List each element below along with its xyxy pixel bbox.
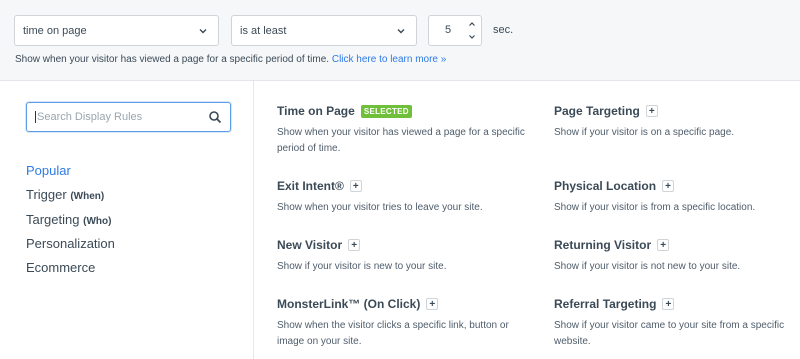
nav-item-label: Targeting <box>26 211 80 227</box>
selected-badge: SELECTED <box>360 104 412 118</box>
chevron-down-icon <box>196 24 210 38</box>
operator-select[interactable]: is at least <box>231 15 417 46</box>
hint-text: Show when your visitor has viewed a page… <box>15 54 330 65</box>
seconds-value[interactable]: 5 <box>429 16 467 45</box>
rule-title: MonsterLink™ (On Click) + <box>277 296 537 312</box>
rules-sidebar: Search Display Rules Popular Trigger (Wh… <box>0 81 254 359</box>
rule-description: Show if your visitor came to your site f… <box>554 320 785 347</box>
nav-item-ecommerce[interactable]: Ecommerce <box>26 256 115 280</box>
add-rule-plus-icon[interactable]: + <box>426 298 439 310</box>
nav-item-label: Ecommerce <box>26 260 96 276</box>
nav-item-sublabel: (When) <box>70 191 105 203</box>
rule-description: Show when your visitor has viewed a page… <box>277 127 525 154</box>
rules-category-nav: Popular Trigger (When) Targeting (Who) P… <box>26 159 115 280</box>
rule-physical-location[interactable]: Physical Location + Show if your visitor… <box>554 178 800 216</box>
rule-title: Time on Page SELECTED <box>277 103 537 119</box>
trigger-select-value: time on page <box>23 24 87 37</box>
rule-description: Show if your visitor is new to your site… <box>277 261 447 272</box>
rule-title-text: Page Targeting <box>554 104 640 118</box>
rule-exit-intent[interactable]: Exit Intent® + Show when your visitor tr… <box>277 178 537 216</box>
rule-title: Returning Visitor + <box>554 237 800 253</box>
rule-title-text: Time on Page <box>277 104 355 118</box>
nav-item-personalization[interactable]: Personalization <box>26 232 115 256</box>
rule-title-text: MonsterLink™ (On Click) <box>277 297 421 311</box>
rule-title: Physical Location + <box>554 178 800 194</box>
rule-new-visitor[interactable]: New Visitor + Show if your visitor is ne… <box>277 237 537 275</box>
rule-title: New Visitor + <box>277 237 537 253</box>
nav-item-popular[interactable]: Popular <box>26 159 115 183</box>
trigger-select[interactable]: time on page <box>14 15 219 46</box>
add-rule-plus-icon[interactable]: + <box>348 239 361 251</box>
chevron-up-icon[interactable] <box>466 18 478 30</box>
rule-title-text: Referral Targeting <box>554 297 657 311</box>
display-rules-panel: Search Display Rules Popular Trigger (Wh… <box>0 80 800 359</box>
search-icon <box>208 110 222 124</box>
rule-time-on-page[interactable]: Time on Page SELECTED Show when your vis… <box>277 103 537 157</box>
rule-description: Show if your visitor is from a specific … <box>554 202 756 213</box>
seconds-stepper[interactable]: 5 <box>428 15 482 46</box>
rule-condition-bar: time on page is at least 5 sec. Show whe… <box>0 0 800 80</box>
rule-title-text: New Visitor <box>277 238 343 252</box>
add-rule-plus-icon[interactable]: + <box>657 239 670 251</box>
rule-returning-visitor[interactable]: Returning Visitor + Show if your visitor… <box>554 237 800 275</box>
rule-description: Show if your visitor is on a specific pa… <box>554 127 735 138</box>
rule-description: Show when your visitor tries to leave yo… <box>277 202 483 213</box>
rule-title-text: Exit Intent® <box>277 179 344 193</box>
operator-select-value: is at least <box>240 24 287 37</box>
condition-hint: Show when your visitor has viewed a page… <box>15 54 446 65</box>
chevron-down-icon <box>394 24 408 38</box>
rule-title-text: Returning Visitor <box>554 238 652 252</box>
rule-title: Page Targeting + <box>554 103 800 119</box>
add-rule-plus-icon[interactable]: + <box>645 105 658 117</box>
rule-description: Show when the visitor clicks a specific … <box>277 320 509 347</box>
unit-label: sec. <box>493 24 514 36</box>
rule-title-text: Physical Location <box>554 179 657 193</box>
nav-item-targeting[interactable]: Targeting (Who) <box>26 208 115 232</box>
chevron-down-icon[interactable] <box>466 31 478 43</box>
search-input[interactable]: Search Display Rules <box>26 102 231 132</box>
rule-description: Show if your visitor is not new to your … <box>554 261 741 272</box>
rule-title: Referral Targeting + <box>554 296 800 312</box>
rule-page-targeting[interactable]: Page Targeting + Show if your visitor is… <box>554 103 800 141</box>
add-rule-plus-icon[interactable]: + <box>662 298 675 310</box>
nav-item-sublabel: (Who) <box>83 215 112 227</box>
nav-item-trigger[interactable]: Trigger (When) <box>26 183 115 207</box>
nav-item-label: Popular <box>26 163 71 178</box>
nav-item-label: Personalization <box>26 235 115 251</box>
rule-title: Exit Intent® + <box>277 178 537 194</box>
learn-more-link[interactable]: Click here to learn more » <box>332 54 447 65</box>
rule-referral-targeting[interactable]: Referral Targeting + Show if your visito… <box>554 296 800 350</box>
search-placeholder: Search Display Rules <box>35 111 208 123</box>
add-rule-plus-icon[interactable]: + <box>349 180 362 192</box>
rule-monsterlink[interactable]: MonsterLink™ (On Click) + Show when the … <box>277 296 537 350</box>
nav-item-label: Trigger <box>26 187 67 203</box>
add-rule-plus-icon[interactable]: + <box>662 180 675 192</box>
